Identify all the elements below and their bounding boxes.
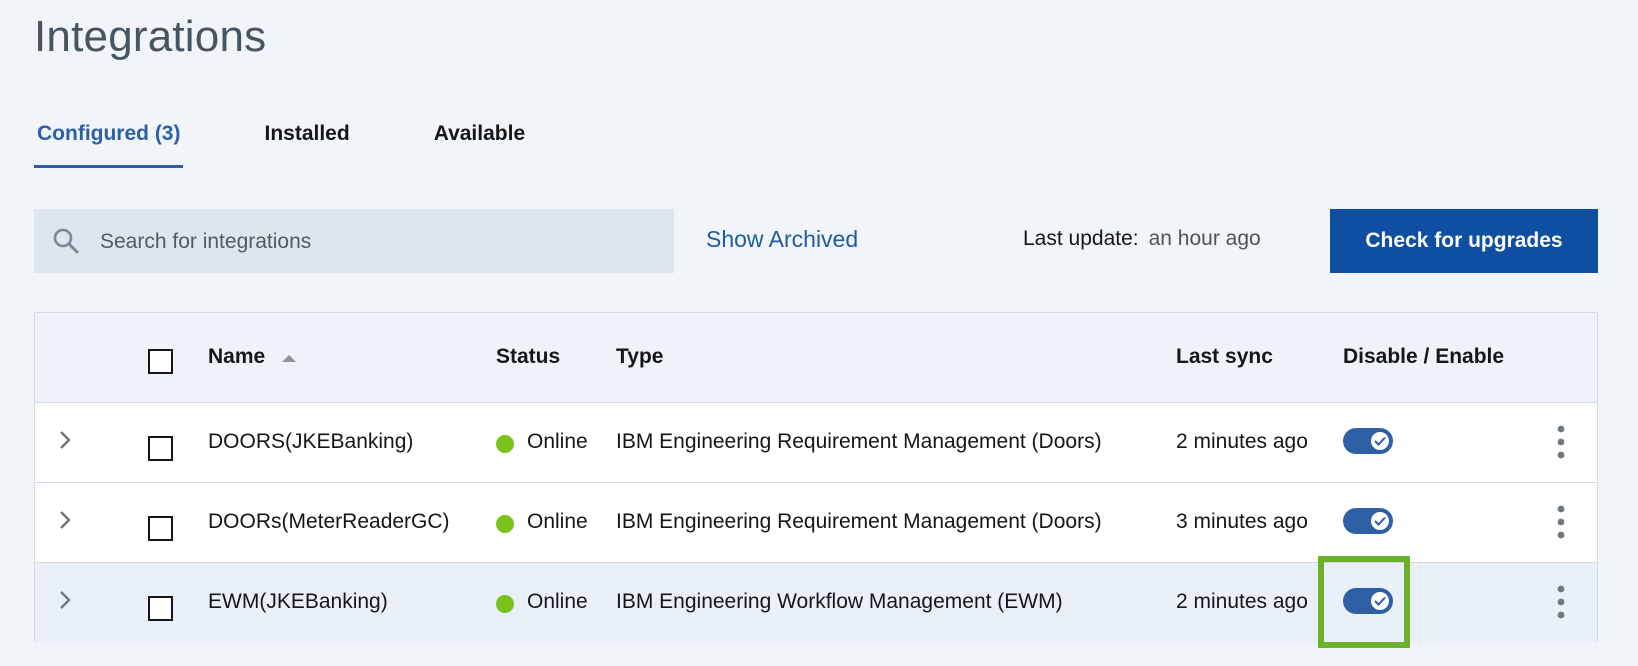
enable-toggle[interactable] bbox=[1343, 588, 1393, 614]
integration-status: Online bbox=[527, 510, 588, 533]
show-archived-link[interactable]: Show Archived bbox=[706, 226, 858, 253]
column-header-disable-enable: Disable / Enable bbox=[1343, 345, 1505, 368]
last-update-label: Last update: bbox=[1023, 227, 1139, 250]
search-input[interactable] bbox=[98, 209, 662, 275]
last-update: Last update: an hour ago bbox=[1023, 227, 1261, 251]
integration-last-sync: 3 minutes ago bbox=[1176, 510, 1308, 533]
enable-toggle[interactable] bbox=[1343, 428, 1393, 454]
toggle-checkmark-icon bbox=[1371, 432, 1389, 450]
tab-configured[interactable]: Configured (3) bbox=[34, 118, 184, 168]
sort-ascending-icon[interactable] bbox=[282, 355, 296, 362]
tab-available[interactable]: Available bbox=[431, 118, 528, 168]
integration-name: EWM(JKEBanking) bbox=[208, 590, 388, 613]
integrations-table: Name Status Type Last sync Disable / Ena… bbox=[34, 312, 1598, 643]
integration-name: DOORs(MeterReaderGC) bbox=[208, 510, 450, 533]
tab-installed[interactable]: Installed bbox=[261, 118, 352, 168]
status-online-icon bbox=[496, 435, 514, 453]
toggle-checkmark-icon bbox=[1371, 512, 1389, 530]
status-online-icon bbox=[496, 515, 514, 533]
tab-bar: Configured (3) Installed Available bbox=[34, 118, 606, 168]
integration-status: Online bbox=[527, 430, 588, 453]
status-online-icon bbox=[496, 595, 514, 613]
table-header: Name Status Type Last sync Disable / Ena… bbox=[35, 313, 1597, 403]
overflow-menu-icon[interactable] bbox=[1557, 505, 1565, 539]
row-checkbox[interactable] bbox=[148, 516, 173, 541]
column-header-name[interactable]: Name bbox=[208, 345, 265, 369]
chevron-right-icon[interactable] bbox=[55, 428, 75, 452]
page-title: Integrations bbox=[34, 12, 267, 61]
check-for-upgrades-button[interactable]: Check for upgrades bbox=[1330, 209, 1598, 273]
integration-type: IBM Engineering Workflow Management (EWM… bbox=[616, 590, 1063, 613]
integration-name: DOORS(JKEBanking) bbox=[208, 430, 414, 453]
chevron-right-icon[interactable] bbox=[55, 508, 75, 532]
toggle-checkmark-icon bbox=[1371, 592, 1389, 610]
integration-type: IBM Engineering Requirement Management (… bbox=[616, 510, 1102, 533]
search-box bbox=[34, 209, 674, 275]
integration-last-sync: 2 minutes ago bbox=[1176, 590, 1308, 613]
integration-status: Online bbox=[527, 590, 588, 613]
table-row: EWM(JKEBanking) Online IBM Engineering W… bbox=[35, 563, 1597, 643]
column-header-type: Type bbox=[616, 345, 664, 368]
table-row: DOORS(JKEBanking) Online IBM Engineering… bbox=[35, 403, 1597, 483]
last-update-value: an hour ago bbox=[1148, 227, 1261, 250]
column-header-status: Status bbox=[496, 345, 561, 368]
integration-last-sync: 2 minutes ago bbox=[1176, 430, 1308, 453]
table-row: DOORs(MeterReaderGC) Online IBM Engineer… bbox=[35, 483, 1597, 563]
select-all-checkbox[interactable] bbox=[148, 349, 173, 374]
column-header-last-sync: Last sync bbox=[1176, 345, 1273, 368]
chevron-right-icon[interactable] bbox=[55, 588, 75, 612]
overflow-menu-icon[interactable] bbox=[1557, 585, 1565, 619]
enable-toggle[interactable] bbox=[1343, 508, 1393, 534]
overflow-menu-icon[interactable] bbox=[1557, 425, 1565, 459]
integration-type: IBM Engineering Requirement Management (… bbox=[616, 430, 1102, 453]
search-icon bbox=[53, 228, 79, 254]
row-checkbox[interactable] bbox=[148, 436, 173, 461]
row-checkbox[interactable] bbox=[148, 596, 173, 621]
